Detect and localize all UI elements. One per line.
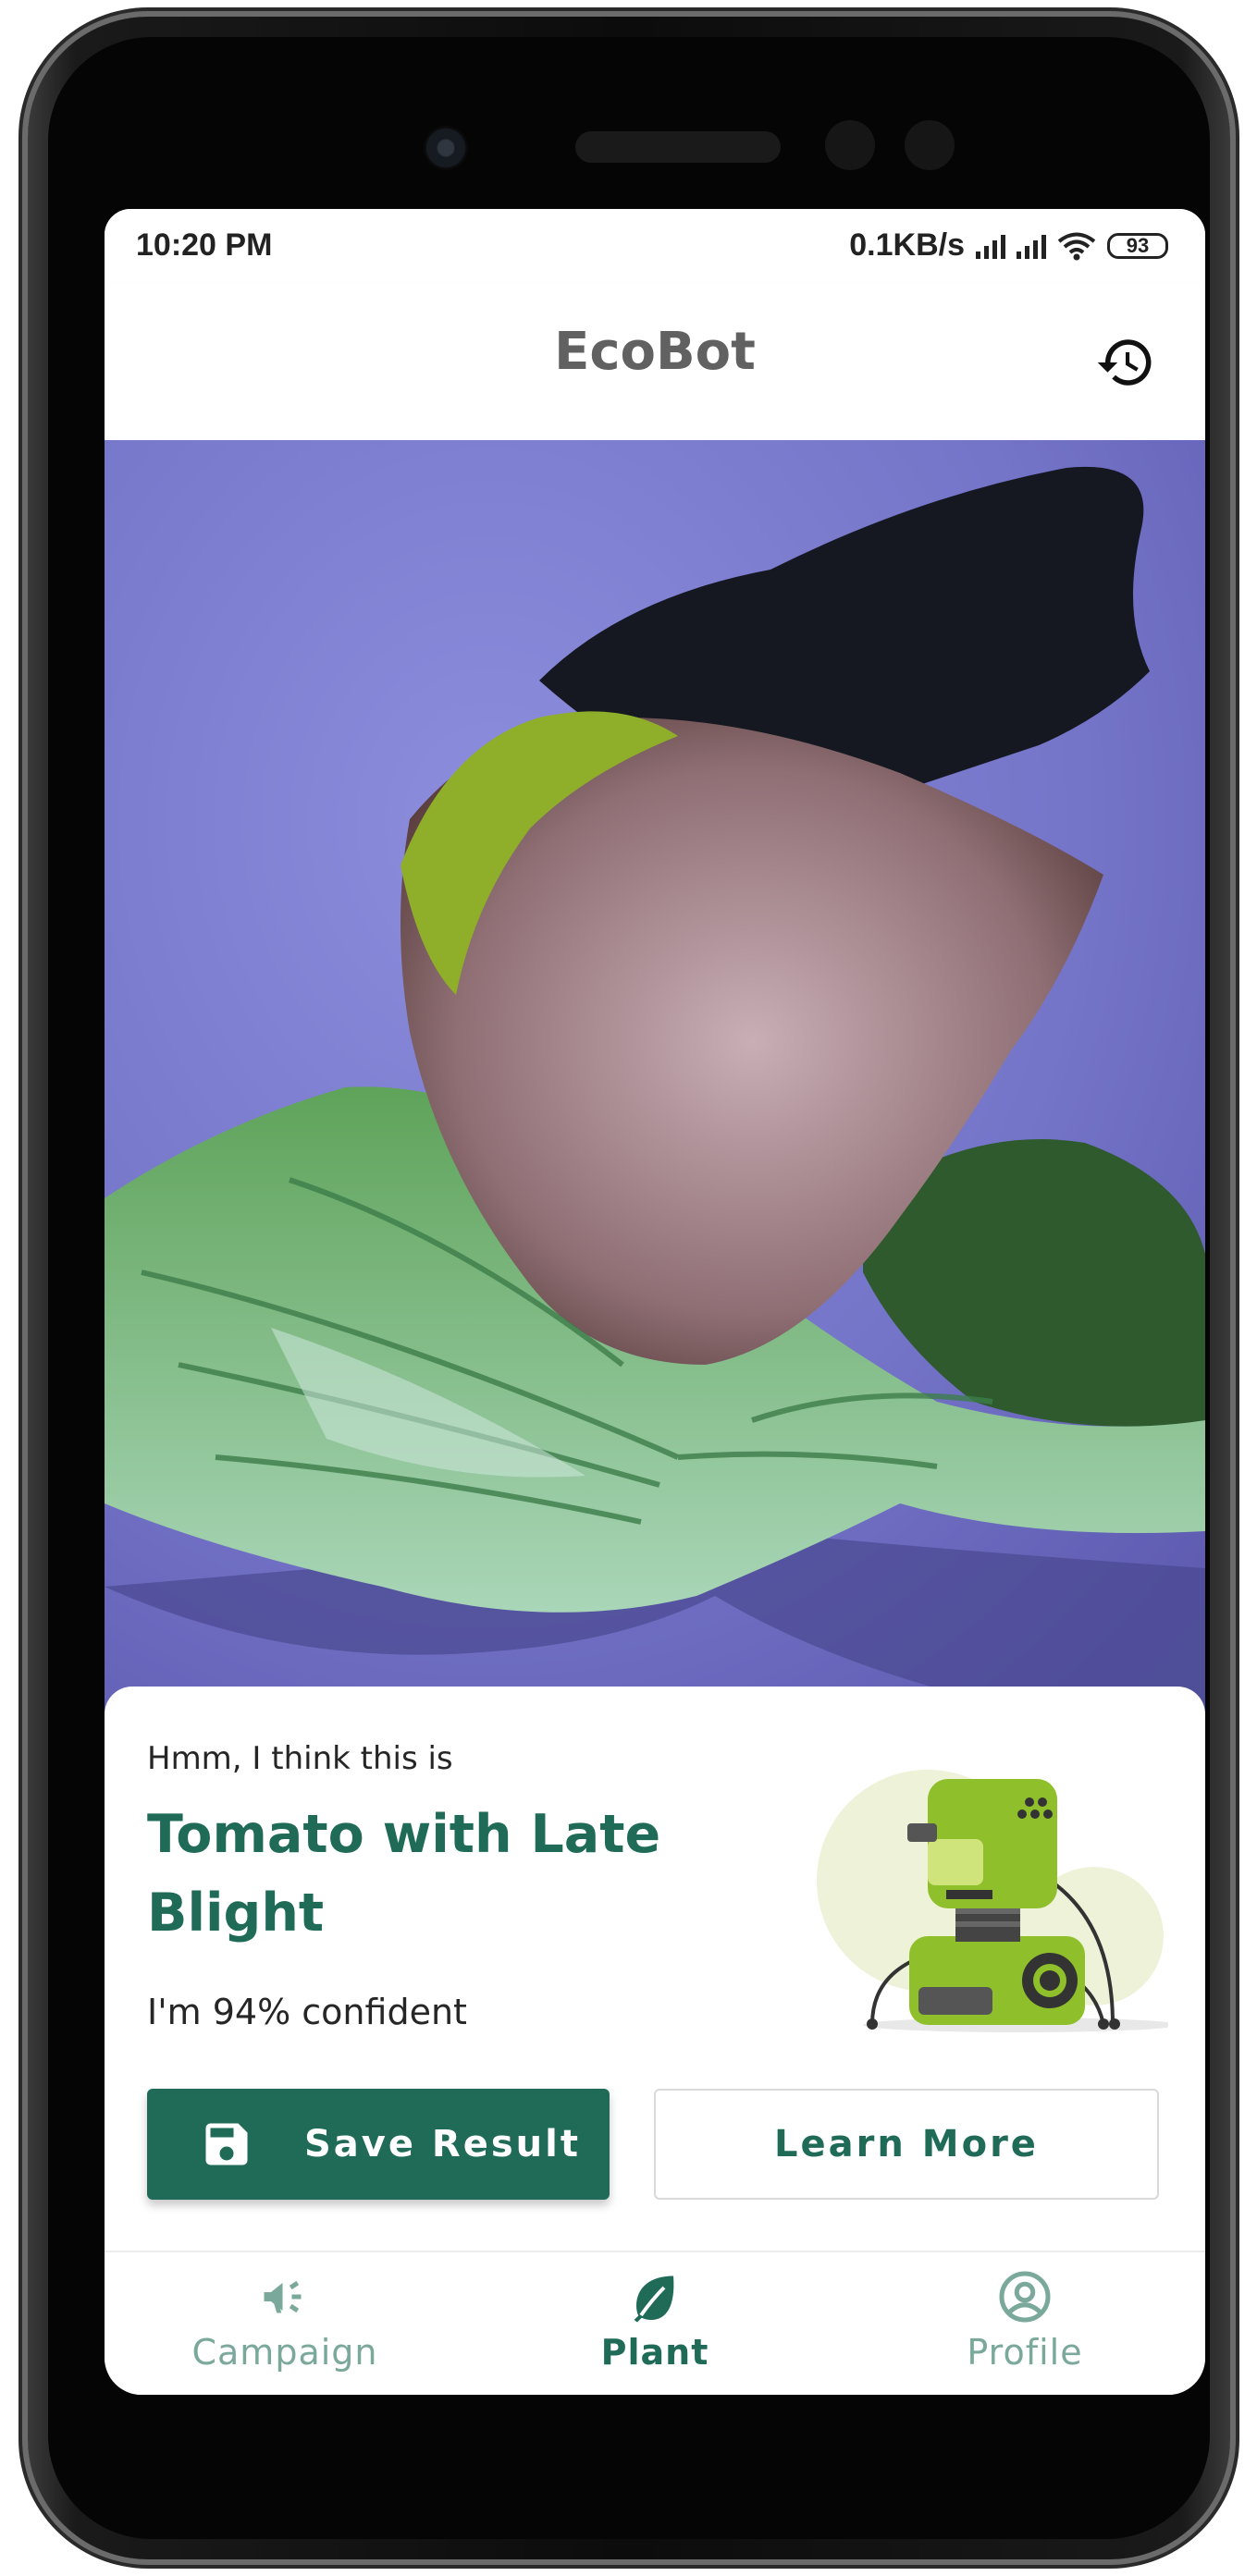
network-speed: 0.1KB/s <box>849 227 965 263</box>
megaphone-icon <box>264 2280 302 2313</box>
bottom-navigation: Campaign Plant Profile <box>105 2251 1205 2395</box>
nav-label-plant: Plant <box>600 2332 709 2373</box>
app-title: EcoBot <box>554 322 756 382</box>
wifi-icon <box>1057 232 1096 260</box>
learn-more-button[interactable]: Learn More <box>654 2089 1159 2200</box>
app-screen: 10:20 PM 0.1KB/s 93 EcoBot Hmm, I think … <box>105 209 1205 2395</box>
robot-illustration <box>817 1770 1168 2032</box>
battery-icon: 93 <box>1107 232 1168 259</box>
light-sensor <box>905 120 955 170</box>
confidence-text: I'm 94% confident <box>147 1992 467 2032</box>
result-hint: Hmm, I think this is <box>147 1740 453 1777</box>
app-bar: EcoBot <box>105 283 1205 440</box>
nav-label-profile: Profile <box>967 2332 1083 2373</box>
save-result-label: Save Result <box>304 2123 581 2165</box>
nav-item-plant[interactable]: Plant <box>516 2269 794 2373</box>
learn-more-label: Learn More <box>774 2123 1039 2165</box>
front-camera <box>424 126 468 170</box>
signal-icon <box>976 233 1005 259</box>
status-bar: 10:20 PM 0.1KB/s 93 <box>105 209 1205 283</box>
save-result-button[interactable]: Save Result <box>147 2089 610 2200</box>
nav-item-profile[interactable]: Profile <box>886 2269 1164 2373</box>
signal-icon <box>1017 233 1046 259</box>
history-button[interactable] <box>1092 329 1159 396</box>
status-icons: 0.1KB/s 93 <box>849 227 1168 264</box>
floppy-disk-icon <box>205 2123 248 2165</box>
earpiece-speaker <box>575 131 781 163</box>
result-card: Hmm, I think this is Tomato with Late Bl… <box>105 1687 1205 2251</box>
diagnosis-title: Tomato with Late Blight <box>147 1804 661 1944</box>
captured-leaf-photo <box>105 440 1205 1716</box>
nav-item-campaign[interactable]: Campaign <box>146 2269 424 2373</box>
phone-frame: 10:20 PM 0.1KB/s 93 EcoBot Hmm, I think … <box>28 17 1230 2559</box>
leaf-icon <box>634 2275 674 2323</box>
history-icon <box>1097 339 1152 386</box>
status-time: 10:20 PM <box>136 227 273 263</box>
proximity-sensor <box>825 120 875 170</box>
user-circle-icon <box>999 2271 1051 2323</box>
nav-label-campaign: Campaign <box>191 2332 378 2373</box>
